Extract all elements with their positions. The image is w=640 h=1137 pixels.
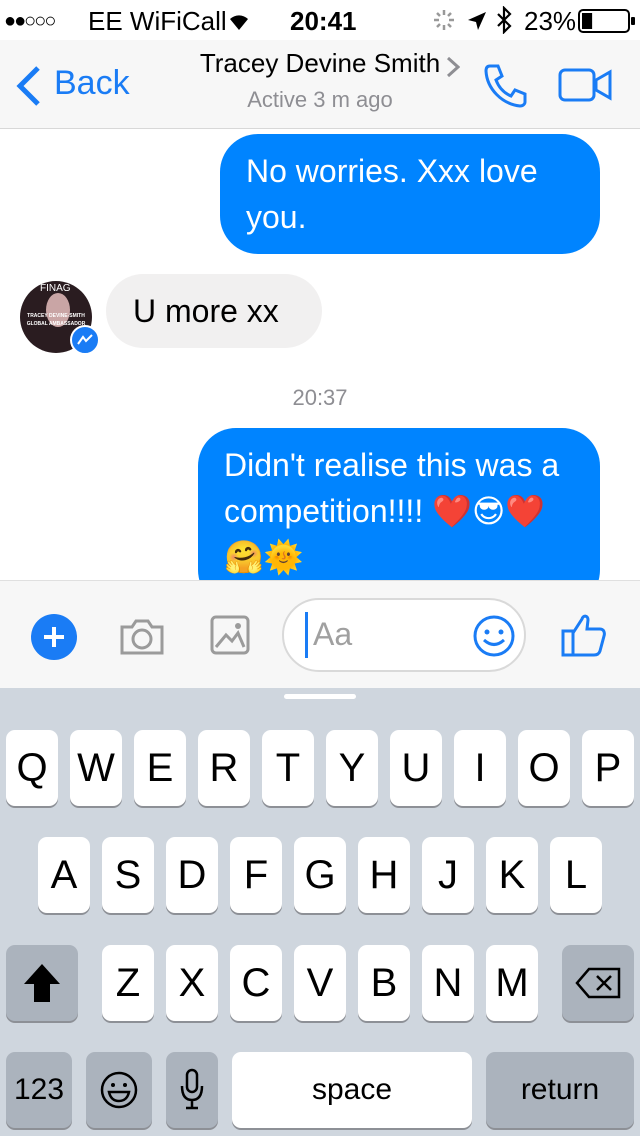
shift-key[interactable] [6,945,78,1021]
active-status: Active 3 m ago [247,87,393,112]
camera-icon[interactable] [118,617,166,657]
keyboard: QWERTYUIOP ASDFGHJKL ZXCVBNM 123 space ret… [0,688,640,1136]
key-c[interactable]: C [230,945,282,1021]
status-time: 20:41 [290,6,357,36]
received-message[interactable]: U more xx [106,274,322,348]
emoji-keyboard-icon [100,1071,138,1109]
phone-call-icon[interactable] [482,62,528,108]
key-x[interactable]: X [166,945,218,1021]
plus-icon [44,627,64,647]
carrier-name: EE WiFiCall [88,6,227,36]
sent-message[interactable]: Didn't realise this was a competition!!!… [198,428,600,580]
input-placeholder: Aa [313,616,353,652]
conversation-header: Back Tracey Devine Smith Active 3 m ago [0,40,640,129]
status-bar: ●●○○○ EE WiFiCall 20:41 23% [0,0,640,40]
key-b[interactable]: B [358,945,410,1021]
signal-strength: ●●○○○ [4,10,56,32]
backspace-key[interactable] [562,945,634,1021]
back-label: Back [54,64,130,102]
emoji-icon[interactable] [472,614,516,658]
key-z[interactable]: Z [102,945,154,1021]
key-e[interactable]: E [134,730,186,806]
key-p[interactable]: P [582,730,634,806]
numbers-key[interactable]: 123 [6,1052,72,1128]
activity-icon [432,8,456,39]
key-u[interactable]: U [390,730,442,806]
text-cursor [305,612,308,658]
space-key[interactable]: space [232,1052,472,1128]
key-g[interactable]: G [294,837,346,913]
delete-icon [575,967,621,999]
location-icon [466,8,488,39]
key-q[interactable]: Q [6,730,58,806]
key-h[interactable]: H [358,837,410,913]
key-o[interactable]: O [518,730,570,806]
key-n[interactable]: N [422,945,474,1021]
video-call-icon[interactable] [558,68,612,102]
battery-icon [578,9,636,40]
key-t[interactable]: T [262,730,314,806]
sent-message[interactable]: No worries. Xxx love you. [220,134,600,254]
wifi-icon [226,8,252,39]
key-a[interactable]: A [38,837,90,913]
composer-bar: Aa [0,580,640,691]
key-d[interactable]: D [166,837,218,913]
bluetooth-icon [496,5,512,41]
avatar-text-mid: TRACEY DEVINE-SMITH [27,313,85,319]
emoji-key[interactable] [86,1052,152,1128]
contact-title[interactable]: Tracey Devine Smith Active 3 m ago [170,48,470,113]
key-k[interactable]: K [486,837,538,913]
dictation-key[interactable] [166,1052,218,1128]
microphone-icon [180,1068,204,1110]
battery-percent: 23% [524,6,577,36]
key-y[interactable]: Y [326,730,378,806]
message-input[interactable]: Aa [282,598,526,672]
chevron-right-icon [446,56,460,78]
key-w[interactable]: W [70,730,122,806]
return-key[interactable]: return [486,1052,634,1128]
shift-icon [24,964,60,1002]
message-list[interactable]: No worries. Xxx love you. FINAG TRACEY D… [0,129,640,580]
key-r[interactable]: R [198,730,250,806]
chevron-left-icon [16,66,40,106]
key-f[interactable]: F [230,837,282,913]
keyboard-handle[interactable] [284,694,356,699]
key-i[interactable]: I [454,730,506,806]
key-j[interactable]: J [422,837,474,913]
gallery-icon[interactable] [210,615,250,655]
thumbs-up-icon[interactable] [560,611,608,659]
message-timestamp: 20:37 [292,385,348,410]
avatar-text-top: FINAG [40,283,71,294]
key-v[interactable]: V [294,945,346,1021]
contact-name: Tracey Devine Smith [199,48,441,78]
key-l[interactable]: L [550,837,602,913]
add-button[interactable] [31,614,77,660]
key-m[interactable]: M [486,945,538,1021]
messenger-badge-icon [70,325,100,355]
key-s[interactable]: S [102,837,154,913]
